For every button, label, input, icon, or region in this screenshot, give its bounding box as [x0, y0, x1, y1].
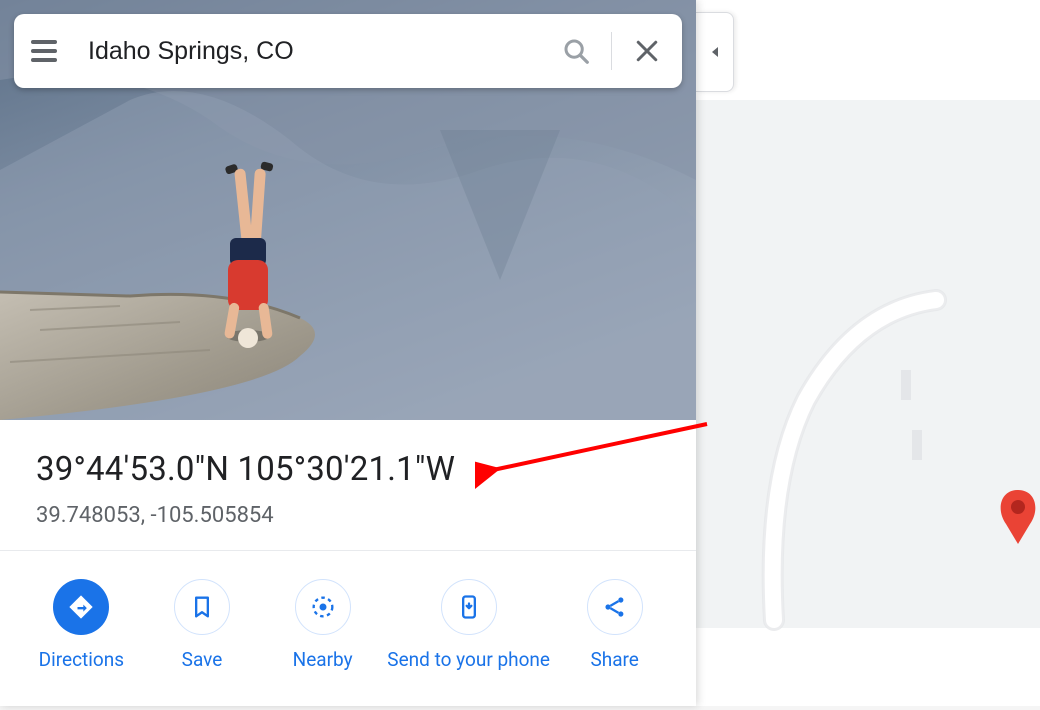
directions-button[interactable]: Directions [25, 579, 137, 672]
action-label: Send to your phone [387, 649, 550, 672]
action-bar: Directions Save Nearby [0, 551, 696, 672]
coordinates-block: 39°44'53.0"N 105°30'21.1"W 39.748053, -1… [0, 420, 696, 550]
close-icon [632, 36, 662, 66]
directions-icon [67, 593, 95, 621]
chevron-left-icon [709, 45, 721, 59]
share-icon [601, 593, 629, 621]
search-bar [14, 14, 682, 88]
coords-dms: 39°44'53.0"N 105°30'21.1"W [36, 450, 660, 489]
action-label: Directions [39, 649, 124, 672]
action-label: Nearby [293, 649, 353, 672]
coords-decimal: 39.748053, -105.505854 [36, 503, 660, 528]
clear-button[interactable] [612, 14, 682, 88]
save-button[interactable]: Save [146, 579, 258, 672]
map-canvas[interactable] [696, 0, 1040, 706]
send-to-phone-button[interactable]: Send to your phone [387, 579, 550, 672]
bookmark-icon [188, 593, 216, 621]
hamburger-icon [31, 40, 57, 62]
action-label: Share [590, 649, 638, 672]
collapse-panel-button[interactable] [696, 12, 734, 92]
menu-button[interactable] [14, 14, 74, 88]
side-panel: 39°44'53.0"N 105°30'21.1"W 39.748053, -1… [0, 0, 696, 706]
search-input[interactable] [74, 37, 541, 66]
nearby-icon [309, 593, 337, 621]
share-button[interactable]: Share [559, 579, 671, 672]
phone-send-icon [455, 593, 483, 621]
search-icon [561, 36, 591, 66]
nearby-button[interactable]: Nearby [267, 579, 379, 672]
search-button[interactable] [541, 14, 611, 88]
action-label: Save [182, 649, 223, 672]
